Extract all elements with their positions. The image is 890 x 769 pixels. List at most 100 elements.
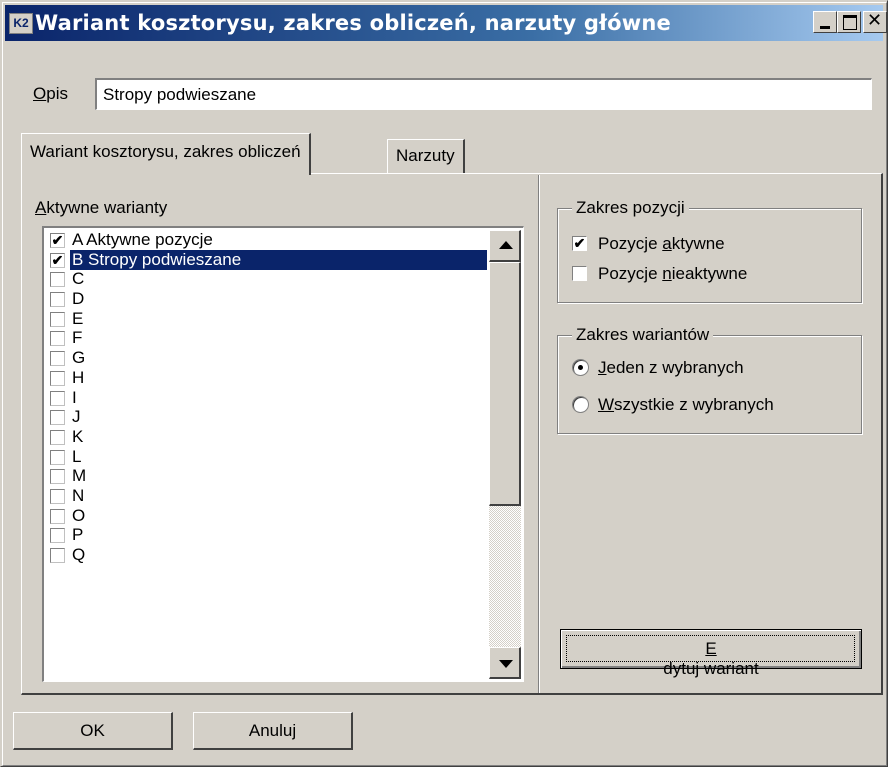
variant-label: L bbox=[72, 446, 82, 466]
panel-divider bbox=[538, 175, 540, 693]
jeden-radio-circle[interactable] bbox=[572, 359, 589, 376]
variant-checkbox[interactable] bbox=[50, 469, 65, 485]
pozycje-nieaktywne-label-accel: n bbox=[662, 264, 672, 283]
variant-checkbox[interactable] bbox=[50, 410, 65, 426]
list-item[interactable]: N bbox=[46, 486, 486, 506]
variant-checkbox[interactable]: ✔ bbox=[50, 233, 65, 248]
pozycje-aktywne-box[interactable]: ✔ bbox=[572, 236, 587, 251]
variant-label: D bbox=[72, 289, 85, 309]
list-item[interactable]: E bbox=[46, 309, 486, 329]
variant-checkbox[interactable] bbox=[50, 508, 65, 524]
variant-checkbox[interactable] bbox=[50, 528, 65, 544]
pozycje-nieaktywne-label: Pozycje nieaktywne bbox=[598, 264, 747, 284]
variant-checkbox[interactable] bbox=[50, 390, 65, 406]
opis-label-accel: O bbox=[33, 84, 47, 103]
pozycje-aktywne-label-pre: Pozycje bbox=[598, 234, 663, 253]
window-title: Wariant kosztorysu, zakres obliczeń, nar… bbox=[35, 11, 671, 35]
variant-checkbox[interactable] bbox=[50, 272, 65, 288]
variant-label: F bbox=[72, 328, 83, 348]
list-scrollbar[interactable] bbox=[489, 230, 521, 679]
active-variants-list[interactable]: ✔ A Aktywne pozycje ✔ B Stropy podwieszane C… bbox=[42, 226, 524, 682]
pozycje-nieaktywne-label-post: ieaktywne bbox=[671, 264, 748, 283]
edytuj-accel: E bbox=[705, 639, 717, 658]
opis-input[interactable] bbox=[95, 78, 872, 110]
active-variants-label-rest: ktywne warianty bbox=[46, 198, 168, 217]
variant-checkbox[interactable] bbox=[50, 331, 65, 347]
variant-label: K bbox=[72, 426, 84, 446]
variant-checkbox[interactable] bbox=[50, 311, 65, 327]
minimize-icon bbox=[820, 26, 830, 29]
edytuj-rest: dytuj wariant bbox=[663, 659, 759, 678]
list-item[interactable]: M bbox=[46, 466, 486, 486]
variant-label: E bbox=[72, 308, 84, 328]
pozycje-aktywne-label-post: ktywne bbox=[671, 234, 725, 253]
list-item[interactable]: P bbox=[46, 525, 486, 545]
active-variants-label-accel: A bbox=[35, 198, 47, 217]
variant-label: O bbox=[72, 505, 86, 525]
zakres-wariantow-group: Zakres wariantów Jeden z wybranych Wszys… bbox=[557, 325, 862, 434]
dialog-window: K2 Wariant kosztorysu, zakres obliczeń, … bbox=[0, 0, 888, 767]
check-icon: ✔ bbox=[573, 235, 586, 251]
variant-checkbox[interactable] bbox=[50, 488, 65, 504]
close-icon: ✕ bbox=[867, 10, 883, 31]
title-bar[interactable]: K2 Wariant kosztorysu, zakres obliczeń, … bbox=[5, 5, 887, 41]
ok-label: OK bbox=[80, 720, 105, 740]
zakres-pozycji-group: Zakres pozycji ✔ Pozycje aktywne Pozycje… bbox=[557, 198, 862, 303]
variant-checkbox[interactable] bbox=[50, 429, 65, 445]
list-item[interactable]: ✔ A Aktywne pozycje bbox=[46, 230, 486, 250]
variant-checkbox[interactable] bbox=[50, 292, 65, 308]
list-item[interactable]: F bbox=[46, 328, 486, 348]
scroll-down-button[interactable] bbox=[489, 647, 521, 679]
ok-button[interactable]: OK bbox=[13, 712, 173, 750]
scroll-up-button[interactable] bbox=[489, 230, 521, 262]
list-item[interactable]: J bbox=[46, 407, 486, 427]
pozycje-nieaktywne-box[interactable] bbox=[572, 266, 587, 281]
list-item[interactable]: O bbox=[46, 506, 486, 526]
maximize-button[interactable] bbox=[837, 11, 861, 33]
active-variants-label: Aktywne warianty bbox=[35, 198, 167, 218]
variant-checkbox[interactable] bbox=[50, 351, 65, 367]
variant-label: B Stropy podwieszane bbox=[70, 249, 487, 270]
tab-wariant-kosztorysu[interactable]: Wariant kosztorysu, zakres obliczeń bbox=[21, 133, 311, 175]
list-item[interactable]: H bbox=[46, 368, 486, 388]
zakres-pozycji-title: Zakres pozycji bbox=[572, 198, 689, 218]
variant-label: A Aktywne pozycje bbox=[72, 230, 213, 249]
list-item[interactable]: Q bbox=[46, 545, 486, 565]
list-item[interactable]: I bbox=[46, 388, 486, 408]
variant-label: G bbox=[72, 348, 86, 368]
jeden-label-accel: J bbox=[598, 358, 607, 377]
edytuj-wariant-button[interactable]: Edytuj wariant bbox=[560, 629, 862, 678]
list-item[interactable]: G bbox=[46, 348, 486, 368]
variant-label: H bbox=[72, 367, 85, 387]
list-item[interactable]: D bbox=[46, 289, 486, 309]
wszystkie-z-wybranych-label: Wszystkie z wybranych bbox=[598, 395, 774, 415]
variant-label: P bbox=[72, 525, 84, 545]
wszystkie-label-post: szystkie z wybranych bbox=[614, 395, 774, 414]
list-item[interactable]: L bbox=[46, 447, 486, 467]
check-icon: ✔ bbox=[51, 232, 64, 248]
wszystkie-radio-circle[interactable] bbox=[572, 396, 589, 413]
pozycje-nieaktywne-label-pre: Pozycje bbox=[598, 264, 663, 283]
variant-checkbox[interactable] bbox=[50, 370, 65, 386]
anuluj-button[interactable]: Anuluj bbox=[193, 712, 353, 750]
variant-checkbox[interactable] bbox=[50, 548, 65, 563]
variant-label: J bbox=[72, 407, 81, 427]
tab-narzuty[interactable]: Narzuty bbox=[387, 139, 465, 173]
variant-checkbox[interactable]: ✔ bbox=[50, 252, 65, 268]
list-item[interactable]: C bbox=[46, 269, 486, 289]
app-icon-label: K2 bbox=[13, 16, 29, 30]
pozycje-aktywne-label: Pozycje aktywne bbox=[598, 234, 725, 254]
variant-label: M bbox=[72, 466, 87, 486]
list-item[interactable]: ✔ B Stropy podwieszane bbox=[46, 249, 487, 270]
scroll-thumb[interactable] bbox=[489, 262, 521, 506]
radio-dot-icon bbox=[578, 365, 583, 370]
maximize-icon bbox=[843, 15, 857, 30]
list-item[interactable]: K bbox=[46, 427, 486, 447]
variant-checkbox[interactable] bbox=[50, 449, 65, 465]
variant-items: ✔ A Aktywne pozycje ✔ B Stropy podwieszane C… bbox=[46, 230, 487, 565]
minimize-button[interactable] bbox=[813, 11, 837, 33]
close-button[interactable]: ✕ bbox=[863, 11, 887, 33]
variant-label: I bbox=[72, 387, 77, 407]
arrow-down-icon bbox=[499, 660, 513, 668]
jeden-z-wybranych-label: Jeden z wybranych bbox=[598, 358, 744, 378]
